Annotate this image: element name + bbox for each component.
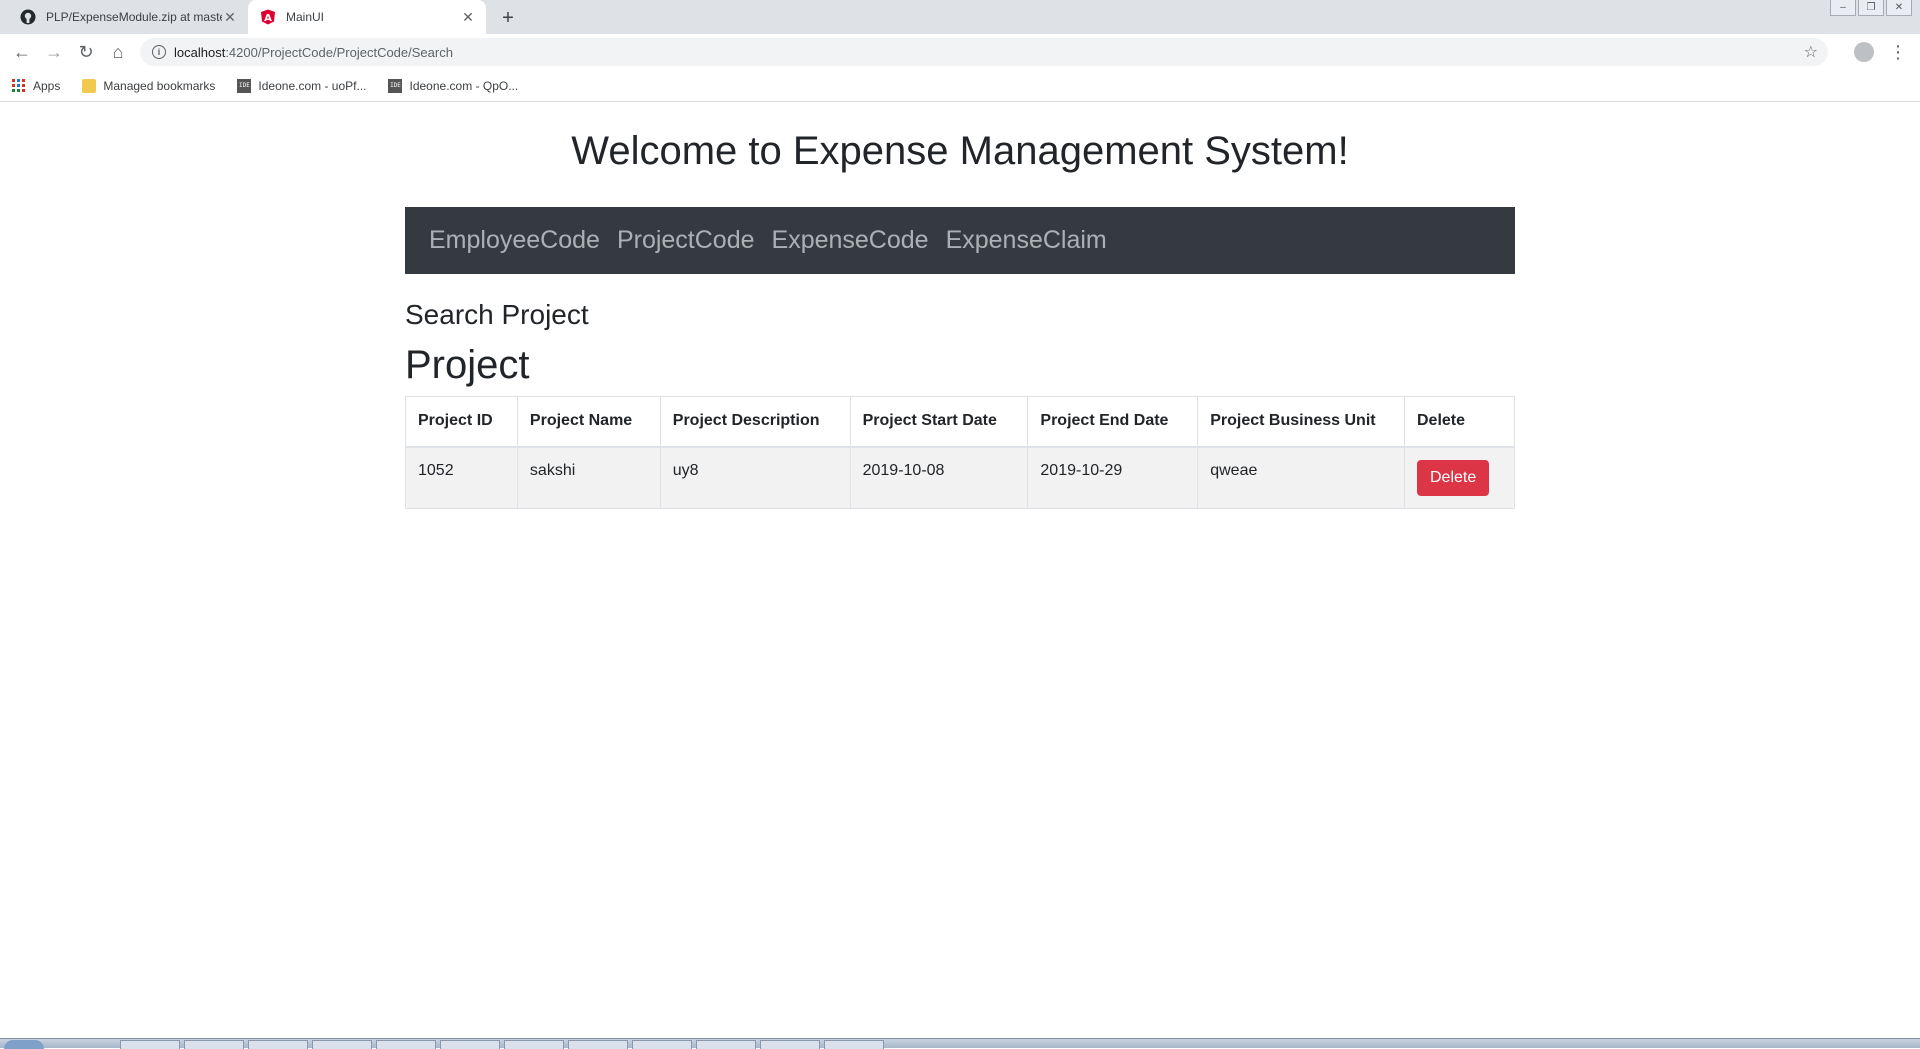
home-icon[interactable]: ⌂: [104, 38, 132, 66]
star-icon[interactable]: ☆: [1804, 42, 1818, 62]
browser-tabstrip: PLP/ExpenseModule.zip at maste ✕ A MainU…: [0, 0, 1920, 34]
cell-project-id: 1052: [405, 446, 518, 509]
nav-expensecode[interactable]: ExpenseCode: [772, 226, 929, 255]
url-host: localhost: [174, 44, 226, 60]
url-path: :4200/ProjectCode/ProjectCode/Search: [225, 44, 453, 60]
project-heading: Project: [405, 343, 530, 387]
header-delete: Delete: [1403, 396, 1516, 448]
tab-github[interactable]: PLP/ExpenseModule.zip at maste ✕: [8, 0, 248, 34]
bookmark-label: Apps: [33, 78, 61, 93]
project-table: Project ID Project Name Project Descript…: [405, 396, 1516, 509]
bookmark-ideone-1[interactable]: IDE Ideone.com - uoPf...: [237, 78, 367, 93]
cell-project-description: uy8: [659, 446, 851, 509]
menu-icon[interactable]: ⋮: [1888, 40, 1908, 64]
tab-title: MainUI: [286, 10, 325, 24]
header-project-end-date: Project End Date: [1027, 396, 1199, 448]
bookmarks-bar: Apps Managed bookmarks IDE Ideone.com - …: [0, 70, 1920, 102]
reload-icon[interactable]: ↻: [72, 38, 100, 66]
nav-expenseclaim[interactable]: ExpenseClaim: [946, 226, 1107, 255]
info-icon[interactable]: i: [152, 45, 166, 59]
header-project-business-unit: Project Business Unit: [1197, 396, 1405, 448]
delete-button[interactable]: Delete: [1416, 459, 1490, 496]
angular-icon: A: [260, 9, 276, 25]
section-title: Search Project: [405, 299, 589, 330]
header-project-name: Project Name: [516, 396, 661, 448]
bookmark-apps[interactable]: Apps: [12, 78, 61, 93]
svg-text:A: A: [264, 13, 272, 24]
minimize-button[interactable]: –: [1830, 0, 1856, 16]
close-icon[interactable]: ✕: [222, 9, 238, 25]
table-row: 1052 sakshi uy8 2019-10-08 2019-10-29 qw…: [405, 446, 1516, 509]
project-table-container: Project ID Project Name Project Descript…: [405, 396, 1516, 509]
page-content: Welcome to Expense Management System! Em…: [0, 103, 1920, 1038]
forward-icon[interactable]: →: [40, 38, 68, 66]
header-project-description: Project Description: [659, 396, 851, 448]
cell-project-start-date: 2019-10-08: [849, 446, 1029, 509]
cell-project-business-unit: qweae: [1197, 446, 1405, 509]
bookmark-ideone-2[interactable]: IDE Ideone.com - QpO...: [388, 78, 519, 93]
page-title: Welcome to Expense Management System!: [571, 129, 1349, 173]
window-controls: – ❐ ✕: [1830, 0, 1912, 16]
os-taskbar: [0, 1038, 1920, 1049]
profile-icon[interactable]: [1854, 42, 1874, 62]
restore-button[interactable]: ❐: [1858, 0, 1884, 16]
ideone-icon: IDE: [237, 78, 252, 93]
bookmark-label: Ideone.com - uoPf...: [258, 78, 367, 93]
ideone-icon: IDE: [388, 78, 403, 93]
browser-toolbar: ← → ↻ ⌂ i localhost:4200/ProjectCode/Pro…: [0, 34, 1920, 70]
back-icon[interactable]: ←: [8, 38, 36, 66]
folder-icon: [82, 78, 97, 93]
cell-project-name: sakshi: [516, 446, 661, 509]
table-header-row: Project ID Project Name Project Descript…: [405, 396, 1516, 448]
header-project-start-date: Project Start Date: [849, 396, 1029, 448]
apps-grid-icon: [12, 78, 26, 93]
cell-delete: Delete: [1403, 446, 1516, 509]
main-navbar: EmployeeCode ProjectCode ExpenseCode Exp…: [405, 207, 1515, 274]
tab-mainui[interactable]: A MainUI ✕: [248, 0, 486, 34]
address-bar[interactable]: i localhost:4200/ProjectCode/ProjectCode…: [140, 38, 1828, 66]
nav-projectcode[interactable]: ProjectCode: [617, 226, 755, 255]
bookmark-managed[interactable]: Managed bookmarks: [82, 78, 216, 93]
tab-title: PLP/ExpenseModule.zip at maste: [46, 10, 222, 24]
header-project-id: Project ID: [405, 396, 518, 448]
nav-employeecode[interactable]: EmployeeCode: [429, 226, 600, 255]
github-icon: [20, 9, 36, 25]
bookmark-label: Ideone.com - QpO...: [409, 78, 519, 93]
close-window-button[interactable]: ✕: [1886, 0, 1912, 16]
cell-project-end-date: 2019-10-29: [1027, 446, 1199, 509]
bookmark-label: Managed bookmarks: [103, 78, 216, 93]
close-icon[interactable]: ✕: [460, 9, 476, 25]
plus-icon[interactable]: +: [496, 6, 520, 30]
